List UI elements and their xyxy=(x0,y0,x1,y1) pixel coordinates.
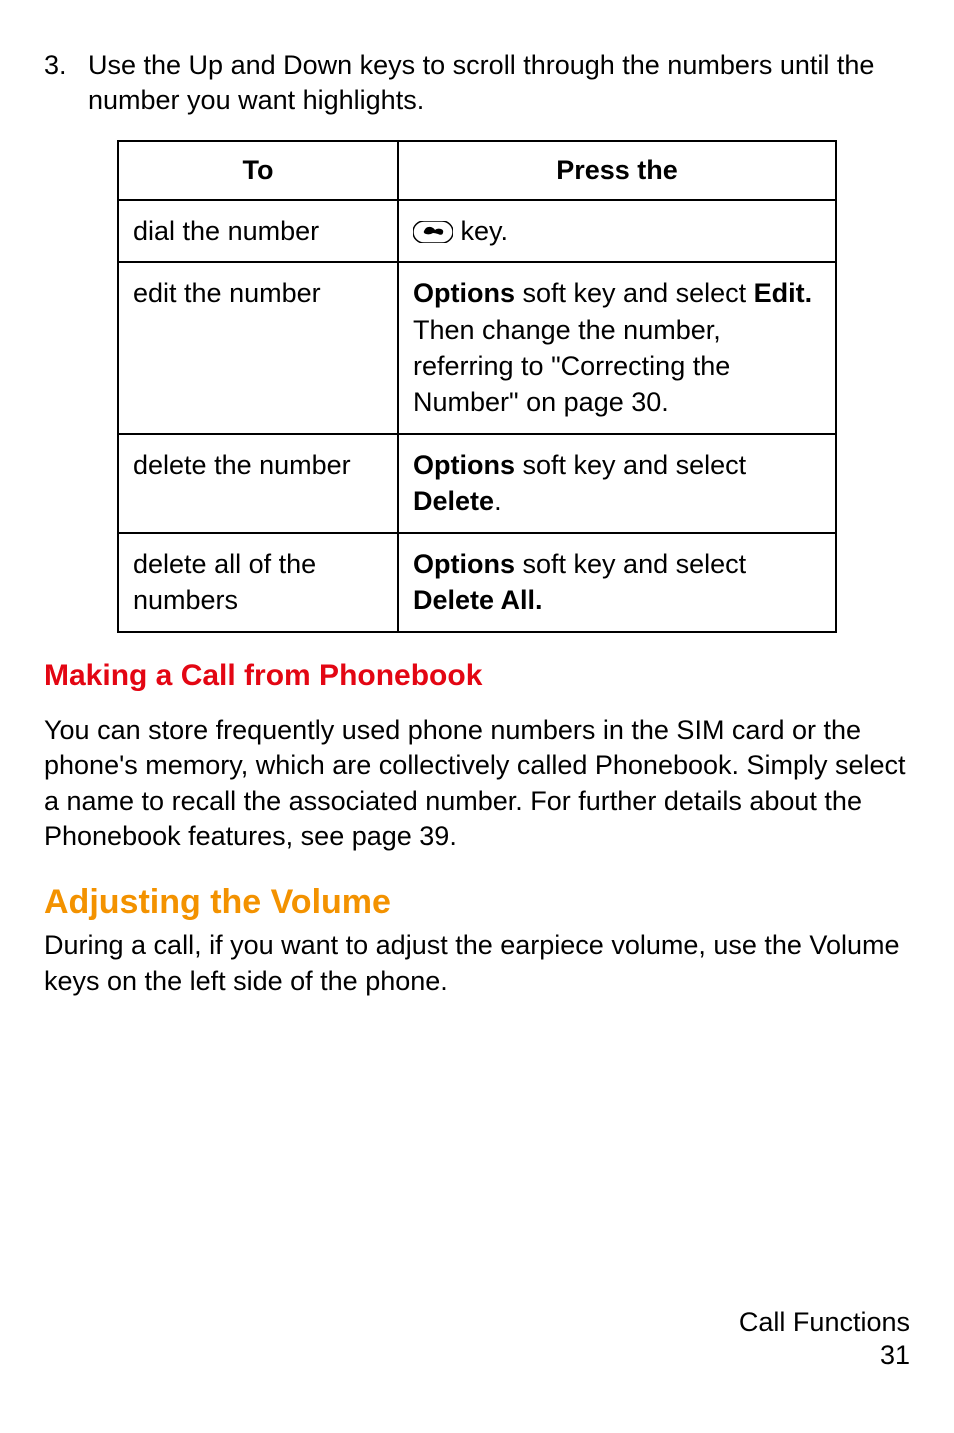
plain-text: Then change the number, referring to "Co… xyxy=(413,315,730,418)
cell-to: delete the number xyxy=(118,434,398,533)
paragraph-volume: During a call, if you want to adjust the… xyxy=(44,928,910,999)
paragraph-phonebook: You can store frequently used phone numb… xyxy=(44,713,910,856)
cell-press: key. xyxy=(398,200,836,262)
section-heading-volume: Adjusting the Volume xyxy=(44,883,910,922)
plain-text: soft key and select xyxy=(515,278,754,308)
cell-press: Options soft key and select Delete. xyxy=(398,434,836,533)
col-header-press: Press the xyxy=(398,141,836,199)
bold-text: Edit. xyxy=(754,278,813,308)
cell-to: delete all of the numbers xyxy=(118,533,398,632)
numbered-step: 3. Use the Up and Down keys to scroll th… xyxy=(44,48,910,118)
cell-press: Options soft key and select Delete All. xyxy=(398,533,836,632)
bold-text: Delete xyxy=(413,486,494,516)
page-footer: Call Functions 31 xyxy=(739,1306,910,1374)
cell-to: edit the number xyxy=(118,262,398,434)
bold-text: Delete All. xyxy=(413,585,543,615)
plain-text: . xyxy=(494,486,502,516)
actions-table: To Press the dial the number key. edit t… xyxy=(117,140,837,632)
footer-section-name: Call Functions xyxy=(739,1306,910,1340)
step-text: Use the Up and Down keys to scroll throu… xyxy=(88,48,910,118)
col-header-to: To xyxy=(118,141,398,199)
table-row: delete all of the numbers Options soft k… xyxy=(118,533,836,632)
cell-press: Options soft key and select Edit. Then c… xyxy=(398,262,836,434)
footer-page-number: 31 xyxy=(739,1339,910,1373)
cell-to: dial the number xyxy=(118,200,398,262)
bold-text: Options xyxy=(413,549,515,579)
plain-text: soft key and select xyxy=(515,549,746,579)
step-number: 3. xyxy=(44,48,88,118)
table-row: delete the number Options soft key and s… xyxy=(118,434,836,533)
bold-text: Options xyxy=(413,278,515,308)
subsection-heading-phonebook: Making a Call from Phonebook xyxy=(44,659,910,693)
call-key-icon xyxy=(413,221,453,243)
table-header-row: To Press the xyxy=(118,141,836,199)
plain-text: soft key and select xyxy=(515,450,746,480)
bold-text: Options xyxy=(413,450,515,480)
cell-press-text: key. xyxy=(453,216,508,246)
table-row: edit the number Options soft key and sel… xyxy=(118,262,836,434)
table-row: dial the number key. xyxy=(118,200,836,262)
